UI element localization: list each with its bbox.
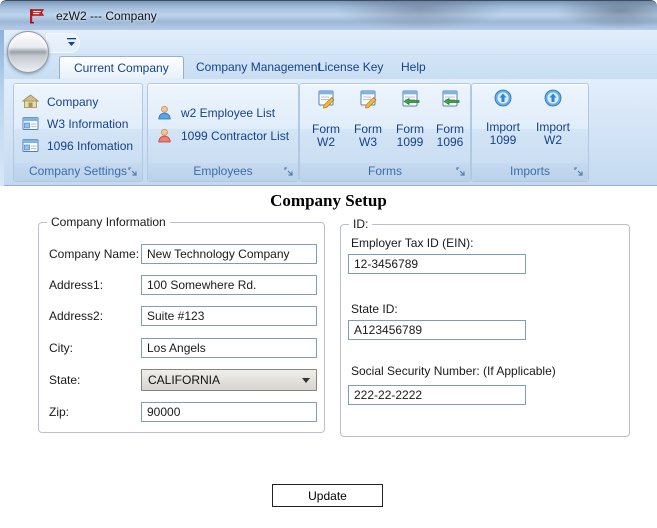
group-caption: Company Settings	[14, 163, 142, 181]
ribbon-button-form-1096[interactable]: Form 1096	[430, 89, 470, 149]
ein-field[interactable]	[348, 254, 526, 274]
button-label-line2: W2	[317, 135, 335, 149]
group-caption: Imports	[472, 163, 588, 181]
ribbon-group-employees: w2 Employee List 1099 Contractor List Em…	[147, 83, 299, 182]
ribbon-group-company-settings: Company W3 Information 1096 Infomation C…	[13, 83, 143, 182]
import-icon	[494, 89, 512, 107]
ribbon-item-company[interactable]: Company	[22, 94, 98, 109]
ribbon-body: Company W3 Information 1096 Infomation C…	[4, 79, 657, 186]
state-id-label: State ID:	[351, 302, 398, 316]
ribbon-item-w2-employee-list[interactable]: w2 Employee List	[156, 105, 275, 120]
ribbon-group-imports: Import 1099 Import W2 Imports	[471, 83, 589, 182]
ribbon-tab-bar: Current Company Company Management Licen…	[4, 55, 657, 79]
address2-label: Address2:	[49, 309, 104, 323]
application-orb-button[interactable]	[7, 31, 49, 73]
ribbon-item-label: w2 Employee List	[181, 105, 276, 120]
state-dropdown[interactable]: CALIFORNIA	[141, 369, 317, 391]
ribbon-item-w3-information[interactable]: W3 Information	[22, 116, 128, 131]
ribbon-group-forms: Form W2 Form W3 Form 1099 Form 1096 Form…	[299, 83, 471, 182]
city-label: City:	[49, 341, 73, 355]
ribbon-item-label: 1099 Contractor List	[181, 128, 290, 143]
titlebar[interactable]: ezW2 --- Company	[0, 0, 657, 30]
company-information-legend: Company Information	[47, 215, 170, 229]
address1-field[interactable]	[141, 275, 317, 295]
dialog-launcher-icon[interactable]	[283, 166, 295, 178]
form-edit-icon	[360, 90, 377, 109]
address2-field[interactable]	[141, 306, 317, 326]
ezw2-flag-icon	[30, 9, 45, 24]
person-red-icon	[158, 128, 171, 143]
company-name-label: Company Name:	[49, 247, 140, 261]
zip-field[interactable]	[141, 402, 317, 422]
person-blue-icon	[158, 105, 171, 120]
button-label-line2: W2	[544, 133, 562, 147]
tab-current-company[interactable]: Current Company	[59, 56, 184, 79]
state-dropdown-value: CALIFORNIA	[148, 373, 221, 387]
group-caption: Employees	[148, 163, 298, 181]
button-label-line2: 1099	[489, 133, 517, 147]
dialog-launcher-icon[interactable]	[127, 166, 139, 178]
ribbon-top-strip	[4, 30, 657, 55]
ein-label: Employer Tax ID (EIN):	[351, 236, 474, 250]
tab-help[interactable]: Help	[387, 56, 440, 79]
ssn-field[interactable]	[348, 385, 526, 405]
dialog-launcher-icon[interactable]	[573, 166, 585, 178]
ribbon-item-1099-contractor-list[interactable]: 1099 Contractor List	[156, 128, 289, 143]
ribbon-button-form-w2[interactable]: Form W2	[306, 89, 346, 149]
ribbon-button-import-1099[interactable]: Import 1099	[480, 89, 526, 147]
button-label-line2: 1099	[396, 135, 424, 149]
company-name-field[interactable]	[141, 244, 317, 264]
window-title: ezW2 --- Company	[56, 9, 157, 23]
ssn-label: Social Security Number: (If Applicable)	[351, 364, 556, 378]
ribbon-button-import-w2[interactable]: Import W2	[530, 89, 576, 147]
ribbon-button-form-1099[interactable]: Form 1099	[390, 89, 430, 149]
zip-label: Zip:	[49, 405, 70, 419]
state-id-field[interactable]	[348, 320, 526, 340]
ribbon-item-label: W3 Information	[47, 116, 129, 131]
ribbon-item-label: Company	[47, 94, 99, 109]
ribbon-button-form-w3[interactable]: Form W3	[348, 89, 388, 149]
ribbon-item-label: 1096 Infomation	[47, 138, 134, 153]
button-label-line2: 1096	[436, 135, 464, 149]
tab-license-key[interactable]: License Key	[304, 56, 397, 79]
dialog-launcher-icon[interactable]	[455, 166, 467, 178]
form-edit-icon	[318, 90, 335, 109]
company-information-groupbox: Company Information Company Name: Addres…	[38, 215, 325, 433]
group-caption: Forms	[300, 163, 470, 181]
form-grid-icon	[22, 117, 39, 130]
app-window: ezW2 --- Company Current Company Company…	[0, 0, 657, 528]
page-title: Company Setup	[270, 191, 387, 210]
import-icon	[544, 89, 562, 107]
address1-label: Address1:	[49, 278, 104, 292]
form-arrow-icon	[402, 90, 420, 107]
id-legend: ID:	[349, 217, 373, 231]
update-button[interactable]: Update	[272, 484, 383, 507]
qat-dropdown-icon[interactable]	[66, 36, 77, 48]
id-groupbox: ID: Employer Tax ID (EIN): State ID: Soc…	[340, 217, 630, 437]
city-field[interactable]	[141, 338, 317, 358]
button-label-line2: W3	[359, 135, 377, 149]
form-arrow-icon	[442, 90, 460, 107]
state-label: State:	[49, 373, 81, 387]
ribbon-item-1096-information[interactable]: 1096 Infomation	[22, 138, 133, 153]
house-icon	[22, 94, 39, 108]
chevron-down-icon	[302, 378, 310, 383]
form-grid-icon	[22, 139, 39, 152]
main-content: Company Setup Company Information Compan…	[0, 186, 657, 528]
